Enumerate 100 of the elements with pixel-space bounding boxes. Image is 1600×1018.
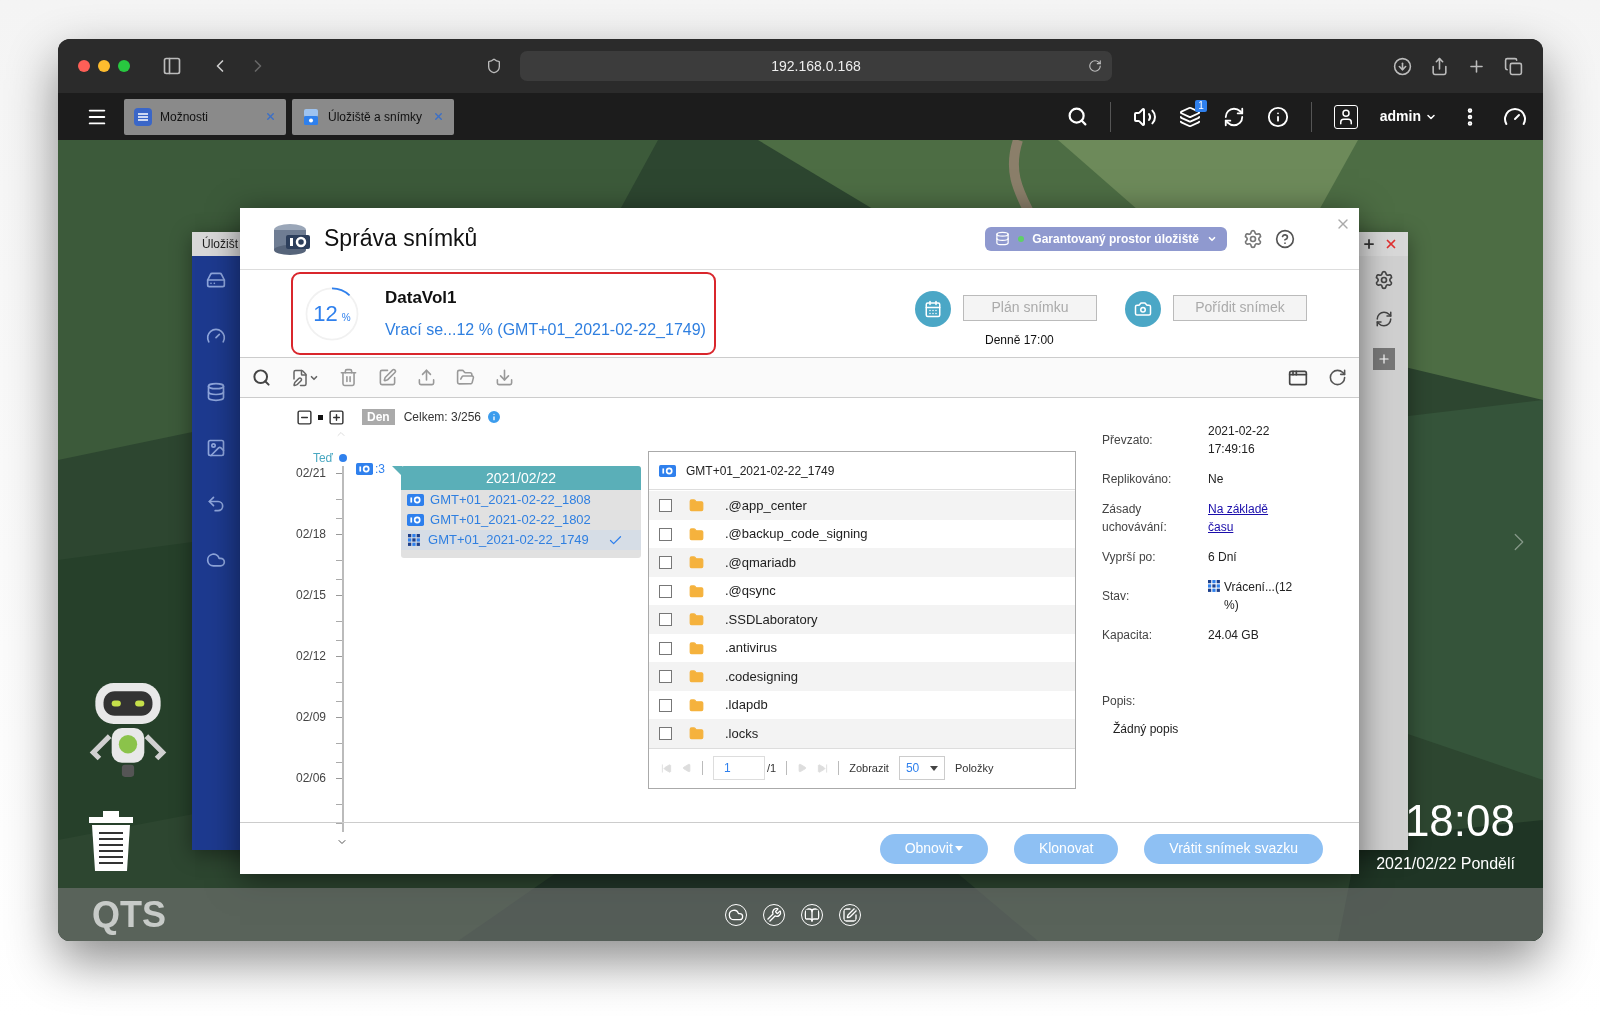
- database-icon[interactable]: [206, 382, 226, 402]
- total-count: Celkem: 3/256: [403, 409, 482, 426]
- detail-value: 24.04 GB: [1208, 627, 1260, 644]
- snapshot-item[interactable]: GMT+01_2021-02-22_1749: [401, 530, 641, 550]
- file-name: .@backup_code_signing: [725, 525, 868, 544]
- volume-status: Vrací se...12 % (GMT+01_2021-02-22_1749): [385, 320, 706, 341]
- info-icon[interactable]: [1266, 105, 1289, 128]
- trash-icon[interactable]: [87, 811, 135, 873]
- snapshot-icon[interactable]: [206, 438, 226, 458]
- retention-link[interactable]: Na základě času: [1208, 500, 1288, 536]
- date-label: 02/21: [295, 466, 326, 480]
- tabs-overview-icon[interactable]: [1504, 56, 1523, 76]
- app-tab[interactable]: Úložiště a snímky: [292, 98, 454, 135]
- caret-icon: [929, 765, 938, 771]
- file-name: .@qmariadb: [725, 553, 796, 572]
- cloud-icon[interactable]: [206, 550, 226, 570]
- file-name: .ldapdb: [725, 696, 768, 715]
- settings-icon[interactable]: [1373, 270, 1394, 290]
- refresh-icon[interactable]: [1374, 310, 1393, 328]
- folder-icon[interactable]: [456, 368, 475, 387]
- reload-icon[interactable]: [1088, 59, 1102, 73]
- notification-badge: 1: [1195, 99, 1207, 112]
- description-label: Popis:: [1102, 693, 1137, 710]
- settings-icon[interactable]: [1243, 228, 1263, 249]
- help-icon[interactable]: [1275, 228, 1295, 249]
- file-row[interactable]: .codesigning: [649, 662, 1075, 691]
- folder-icon: [688, 526, 705, 542]
- folder-icon: [688, 612, 705, 628]
- page-field[interactable]: 1: [713, 756, 765, 781]
- file-row[interactable]: .locks: [649, 719, 1075, 748]
- status-value: Vrácení...(12 %): [1224, 579, 1294, 614]
- storage-space-button[interactable]: Garantovaný prostor úložiště: [985, 226, 1227, 251]
- search-icon[interactable]: [252, 368, 271, 387]
- file-row[interactable]: .@qmariadb: [649, 548, 1075, 577]
- minimize-window-icon[interactable]: [98, 60, 110, 72]
- checkbox[interactable]: [659, 727, 672, 741]
- database-icon: [995, 231, 1011, 246]
- sidebar-icon[interactable]: [162, 56, 182, 76]
- search-icon[interactable]: [1066, 106, 1088, 127]
- dotted-grid-icon: [1208, 580, 1221, 593]
- folder-icon: [688, 640, 705, 656]
- os-logo: QTS: [92, 892, 166, 937]
- caret-icon: [954, 846, 963, 851]
- checkbox[interactable]: [659, 556, 672, 570]
- upload-icon[interactable]: [417, 368, 436, 387]
- detail-label: Převzato:: [1102, 432, 1154, 449]
- app-tab[interactable]: Možnosti: [124, 98, 286, 135]
- checkbox[interactable]: [659, 584, 672, 598]
- shield-icon: [486, 58, 502, 74]
- close-window-icon[interactable]: [78, 60, 90, 72]
- user-menu[interactable]: admin: [1379, 106, 1437, 127]
- date-label: 02/18: [295, 527, 326, 541]
- detail-label: Vyprší po:: [1102, 549, 1157, 566]
- detail-value: 2021-02-22 17:49:16: [1208, 423, 1271, 458]
- dialog-title: Správa snímků: [324, 224, 478, 254]
- checkbox[interactable]: [659, 670, 672, 684]
- folder-icon: [688, 726, 705, 742]
- user-icon[interactable]: [1333, 104, 1358, 129]
- share-icon[interactable]: [1430, 56, 1449, 76]
- file-row[interactable]: .SSDLaboratory: [649, 605, 1075, 634]
- checkbox[interactable]: [659, 613, 672, 627]
- plus-icon: [1376, 352, 1391, 366]
- sync-icon[interactable]: [1222, 105, 1245, 128]
- file-name: .@qsync: [725, 582, 776, 601]
- tasks-icon[interactable]: [1178, 105, 1201, 128]
- delete-icon[interactable]: [339, 368, 358, 387]
- progress-percent: 12: [313, 300, 338, 328]
- date-label: 02/12: [295, 649, 326, 663]
- refresh-icon[interactable]: [1328, 368, 1347, 387]
- return-icon[interactable]: [206, 494, 226, 514]
- checkbox[interactable]: [659, 499, 672, 513]
- file-name: .codesigning: [725, 667, 798, 686]
- checkbox[interactable]: [659, 527, 672, 541]
- storage-icon[interactable]: [206, 270, 226, 290]
- snapshot-count: :3: [375, 461, 385, 478]
- detail-value: 6 Dní: [1208, 549, 1238, 566]
- zoom-out-icon[interactable]: [296, 408, 313, 426]
- close-icon[interactable]: [1384, 237, 1398, 251]
- file-name: .SSDLaboratory: [725, 610, 818, 629]
- address-bar[interactable]: 192.168.0.168: [520, 51, 1112, 81]
- plus-icon[interactable]: [1362, 237, 1376, 251]
- add-button[interactable]: [1372, 348, 1395, 370]
- file-name: .locks: [725, 724, 759, 743]
- sliders-icon: [134, 107, 152, 126]
- folder-icon: [688, 669, 705, 685]
- zoom-in-icon[interactable]: [328, 408, 345, 426]
- date-label: 02/06: [295, 771, 326, 785]
- snapshot-icon: [407, 514, 424, 526]
- page-size-select[interactable]: 50: [898, 756, 945, 781]
- date-label: 02/09: [295, 710, 326, 724]
- checkbox[interactable]: [659, 641, 672, 655]
- zoom-window-icon[interactable]: [118, 60, 130, 72]
- gauge-icon[interactable]: [206, 326, 226, 346]
- checkbox[interactable]: [659, 698, 672, 712]
- storage-icon: [302, 107, 320, 126]
- edit-icon[interactable]: [378, 368, 397, 387]
- list-view-icon[interactable]: [291, 368, 319, 387]
- calendar-icon: [915, 290, 951, 327]
- file-row[interactable]: .@app_center: [649, 491, 1075, 520]
- download-icon[interactable]: [1393, 56, 1412, 76]
